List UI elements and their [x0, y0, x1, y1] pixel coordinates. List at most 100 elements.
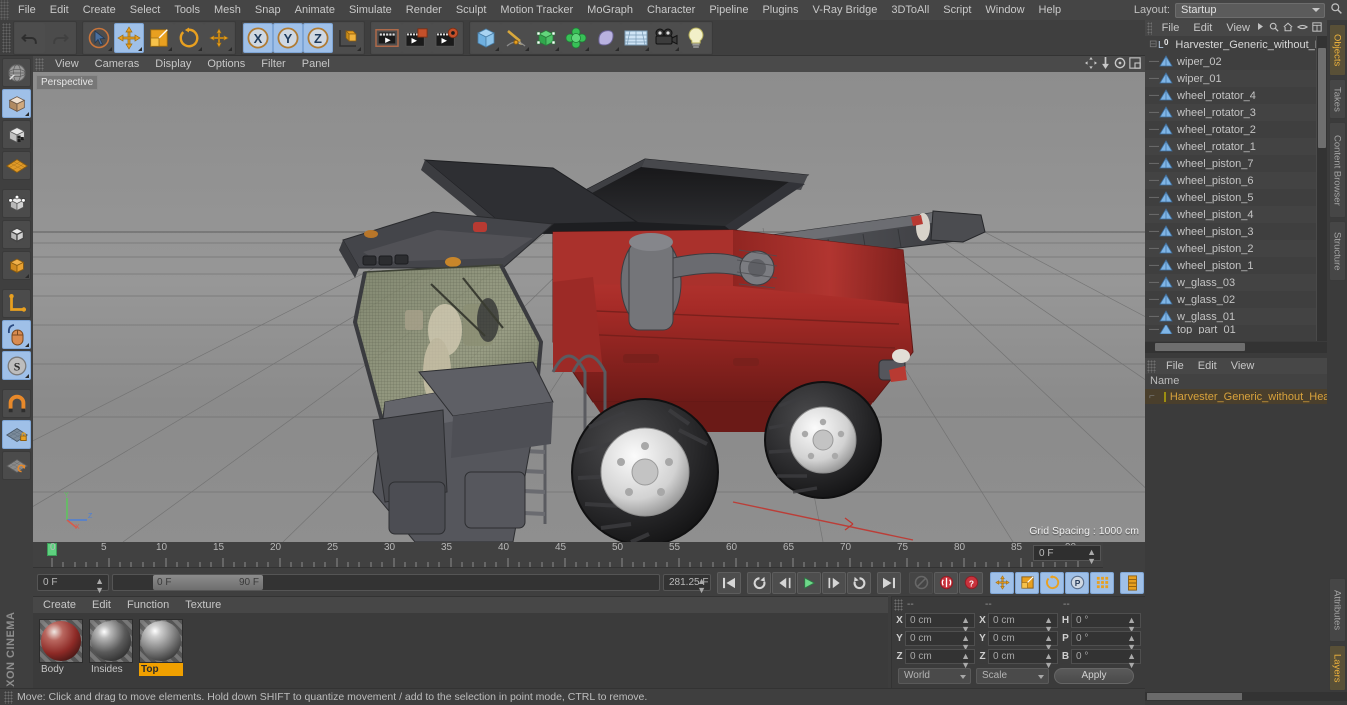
- object-row[interactable]: — wheel_rotator_4: [1145, 87, 1327, 104]
- stepper-icon[interactable]: ▲ ▼: [1087, 548, 1096, 566]
- timeline-ruler[interactable]: 0 5 10 15 20 25 30 35 40 45 50 55 60 65 …: [33, 542, 1103, 568]
- menu-file[interactable]: File: [11, 0, 43, 20]
- rotate-tool[interactable]: [174, 22, 204, 53]
- object-tree-horizontal-scrollbar[interactable]: [1145, 342, 1327, 353]
- menu-mesh[interactable]: Mesh: [207, 0, 248, 20]
- object-row[interactable]: — wheel_rotator_1: [1145, 138, 1327, 155]
- layer-color-swatch[interactable]: [1163, 391, 1166, 402]
- size-y-input[interactable]: 0 cm ▲ ▼: [988, 631, 1058, 652]
- home-icon[interactable]: [1283, 22, 1293, 35]
- chevron-right-icon[interactable]: [1257, 22, 1265, 34]
- object-tree[interactable]: ⊟ L0 Harvester_Generic_without_Hea — wipe…: [1145, 36, 1327, 341]
- deformers-button[interactable]: [561, 22, 591, 53]
- viewport-menu-panel[interactable]: Panel: [294, 56, 338, 72]
- coordinates-grip[interactable]: [894, 598, 903, 611]
- scale-key-button[interactable]: [1015, 571, 1039, 594]
- menu-window[interactable]: Window: [978, 0, 1031, 20]
- layer-row[interactable]: ⌐ Harvester_Generic_without_Heade: [1145, 389, 1342, 404]
- enable-snapping[interactable]: S: [2, 351, 31, 380]
- tab-structure[interactable]: Structure: [1328, 221, 1346, 281]
- menu-simulate[interactable]: Simulate: [342, 0, 399, 20]
- viewport-menubar-grip[interactable]: [35, 57, 44, 71]
- expand-collapse-icon[interactable]: ⊟: [1149, 39, 1157, 50]
- material-menu-function[interactable]: Function: [119, 597, 177, 613]
- material-item-top[interactable]: Top: [139, 619, 183, 676]
- viewport-menu-view[interactable]: View: [47, 56, 87, 72]
- camera-button[interactable]: [651, 22, 681, 53]
- redo-button[interactable]: [45, 22, 75, 53]
- go-to-end-button[interactable]: [877, 571, 901, 594]
- material-menu-create[interactable]: Create: [35, 597, 84, 613]
- nurbs-button[interactable]: [591, 22, 621, 53]
- rotation-p-input[interactable]: 0 ° ▲ ▼: [1071, 631, 1141, 652]
- bottom-right-scrollbar[interactable]: [1145, 692, 1347, 701]
- object-row[interactable]: — wheel_piston_6: [1145, 172, 1327, 189]
- world-object-coordinate-toggle[interactable]: [333, 22, 363, 53]
- object-row[interactable]: — wheel_piston_4: [1145, 206, 1327, 223]
- object-row[interactable]: — w_glass_01: [1145, 308, 1327, 325]
- search-icon[interactable]: [1325, 2, 1347, 18]
- zoom-view-icon[interactable]: [1100, 56, 1111, 72]
- position-y-input[interactable]: 0 cm ▲ ▼: [905, 631, 975, 652]
- axis-modification-mode[interactable]: [2, 289, 31, 318]
- object-row[interactable]: — wheel_rotator_2: [1145, 121, 1327, 138]
- object-row-root[interactable]: ⊟ L0 Harvester_Generic_without_Hea: [1145, 36, 1327, 53]
- menu-motion-tracker[interactable]: Motion Tracker: [493, 0, 580, 20]
- size-x-input[interactable]: 0 cm ▲ ▼: [988, 613, 1058, 634]
- timeline-settings-button[interactable]: [1120, 571, 1144, 594]
- lock-workplane[interactable]: [2, 420, 31, 449]
- render-view-button[interactable]: [372, 22, 402, 53]
- undo-button[interactable]: [15, 22, 45, 53]
- polygons-mode[interactable]: [2, 251, 31, 280]
- points-mode[interactable]: [2, 189, 31, 218]
- apply-button[interactable]: Apply: [1054, 668, 1134, 684]
- primitive-cube-button[interactable]: [471, 22, 501, 53]
- environment-button[interactable]: [621, 22, 651, 53]
- object-tree-vertical-scrollbar[interactable]: [1316, 36, 1327, 341]
- menu-vray-bridge[interactable]: V-Ray Bridge: [806, 0, 885, 20]
- layers-menu-file[interactable]: File: [1159, 358, 1191, 374]
- tab-attributes[interactable]: Attributes: [1328, 578, 1346, 642]
- menu-help[interactable]: Help: [1032, 0, 1069, 20]
- tab-objects[interactable]: Objects: [1328, 24, 1346, 76]
- object-row[interactable]: — wiper_02: [1145, 53, 1327, 70]
- viewport-menu-display[interactable]: Display: [147, 56, 199, 72]
- object-row[interactable]: — w_glass_03: [1145, 274, 1327, 291]
- status-bar-grip[interactable]: [4, 690, 13, 704]
- go-to-start-button[interactable]: [717, 571, 741, 594]
- timeline-range-scrollbar[interactable]: 0 F 90 F: [112, 574, 660, 591]
- position-z-input[interactable]: 0 cm ▲ ▼: [905, 649, 975, 670]
- stepper-icon[interactable]: ▲ ▼: [697, 577, 706, 595]
- render-settings-button[interactable]: [432, 22, 462, 53]
- model-mode[interactable]: [2, 89, 31, 118]
- viewport-menu-filter[interactable]: Filter: [253, 56, 293, 72]
- object-row[interactable]: — top_part_01: [1145, 325, 1327, 334]
- position-x-input[interactable]: 0 cm ▲ ▼: [905, 613, 975, 634]
- lock-z-axis[interactable]: Z: [303, 22, 333, 53]
- object-row[interactable]: — wheel_piston_1: [1145, 257, 1327, 274]
- scrollbar-thumb[interactable]: [1318, 48, 1326, 148]
- position-key-button[interactable]: [990, 571, 1014, 594]
- stepper-icon[interactable]: ▲ ▼: [95, 577, 104, 595]
- step-forward-button[interactable]: [822, 571, 846, 594]
- live-selection-tool[interactable]: [84, 22, 114, 53]
- move-tool[interactable]: [114, 22, 144, 53]
- edges-mode[interactable]: [2, 220, 31, 249]
- menu-render[interactable]: Render: [399, 0, 449, 20]
- menu-select[interactable]: Select: [123, 0, 168, 20]
- size-z-input[interactable]: 0 cm ▲ ▼: [988, 649, 1058, 670]
- object-manager-grip[interactable]: [1147, 21, 1152, 35]
- axis-move-tool[interactable]: [204, 22, 234, 53]
- fps-field[interactable]: 281.25 F ▲ ▼: [663, 574, 711, 595]
- object-row[interactable]: — wheel_piston_2: [1145, 240, 1327, 257]
- layers-grip[interactable]: [1147, 359, 1156, 373]
- planar-workplane[interactable]: [2, 451, 31, 480]
- tab-takes[interactable]: Takes: [1328, 79, 1346, 119]
- record-active-objects-button[interactable]: [909, 571, 933, 594]
- object-row[interactable]: — wheel_piston_3: [1145, 223, 1327, 240]
- object-row[interactable]: — wiper_01: [1145, 70, 1327, 87]
- pan-view-icon[interactable]: [1085, 56, 1097, 72]
- menu-animate[interactable]: Animate: [288, 0, 342, 20]
- object-menu-edit[interactable]: Edit: [1186, 20, 1219, 36]
- previous-key-button[interactable]: [747, 571, 771, 594]
